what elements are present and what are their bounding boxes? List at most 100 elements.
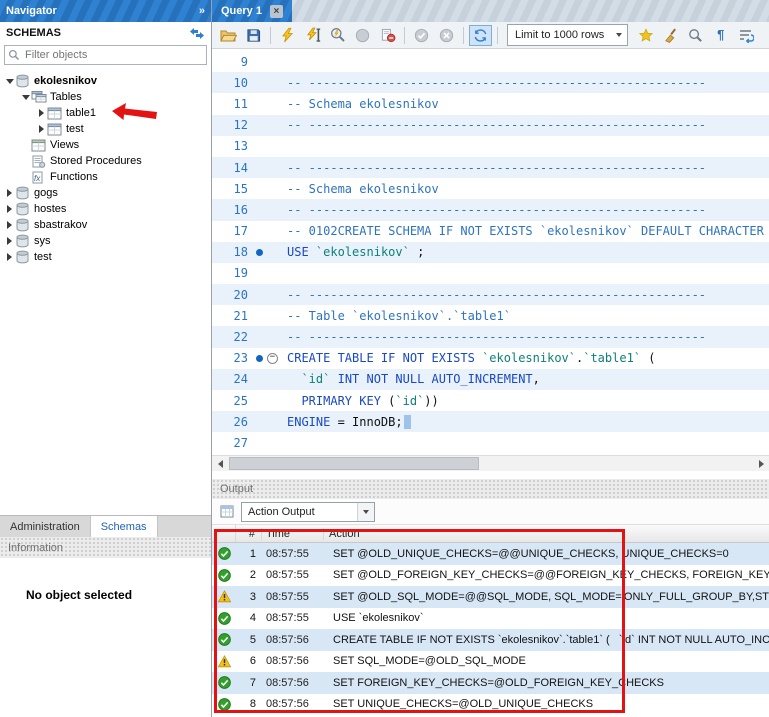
editor-line-9: 9: [212, 51, 769, 72]
toggle-autocommit-icon[interactable]: [469, 25, 492, 46]
save-script-icon[interactable]: [242, 25, 265, 46]
open-script-icon[interactable]: [217, 25, 240, 46]
line-number: 10: [212, 76, 253, 90]
sync-schemas-icon[interactable]: [189, 28, 205, 39]
line-number: 11: [212, 97, 253, 111]
output-row-4[interactable]: 408:57:55USE `ekolesnikov`: [212, 608, 769, 630]
line-number: 9: [212, 55, 253, 69]
toolbar-separator: [270, 27, 271, 44]
stop-on-error-icon[interactable]: [376, 25, 399, 46]
output-row-6[interactable]: 608:57:56SET SQL_MODE=@OLD_SQL_MODE: [212, 651, 769, 673]
output-view-selector[interactable]: Action Output: [241, 502, 375, 522]
expander-icon[interactable]: [4, 237, 15, 245]
expander-icon[interactable]: [4, 253, 15, 261]
commit-icon[interactable]: [410, 25, 433, 46]
row-index: 7: [236, 677, 262, 689]
row-action: SET @OLD_FOREIGN_KEY_CHECKS=@@FOREIGN_KE…: [328, 569, 769, 581]
tree-item-tables[interactable]: Tables: [0, 89, 211, 105]
invisible-chars-icon[interactable]: ¶: [709, 25, 732, 46]
tree-item-sys[interactable]: sys: [0, 233, 211, 249]
rollback-icon[interactable]: [435, 25, 458, 46]
row-time: 08:57:56: [262, 634, 328, 646]
schema-icon: [15, 74, 32, 88]
scrollbar-thumb[interactable]: [229, 457, 479, 470]
output-row-8[interactable]: 808:57:56SET UNIQUE_CHECKS=@OLD_UNIQUE_C…: [212, 694, 769, 716]
row-time: 08:57:55: [262, 591, 328, 603]
output-row-1[interactable]: 108:57:55SET @OLD_UNIQUE_CHECKS=@@UNIQUE…: [212, 543, 769, 565]
row-time: 08:57:55: [262, 612, 328, 624]
line-text: -- Table `ekolesnikov`.`table1`: [279, 309, 511, 323]
line-number: 23: [212, 351, 253, 365]
tab-administration[interactable]: Administration: [0, 516, 91, 537]
navigator-panel: Navigator » SCHEMAS ekolesnikov Tables tab…: [0, 0, 212, 717]
editor-line-19: 19: [212, 263, 769, 284]
output-row-5[interactable]: 508:57:56CREATE TABLE IF NOT EXISTS `eko…: [212, 629, 769, 651]
toolbar-separator: [404, 27, 405, 44]
tree-item-gogs[interactable]: gogs: [0, 185, 211, 201]
tab-schemas[interactable]: Schemas: [91, 516, 158, 537]
save-snippet-icon[interactable]: [634, 25, 657, 46]
sql-editor[interactable]: 9 10 -- ----------------------------------…: [212, 49, 769, 455]
execute-current-icon[interactable]: [301, 25, 324, 46]
explain-icon[interactable]: [326, 25, 349, 46]
editor-line-26: 26ENGINE = InnoDB;: [212, 411, 769, 432]
schemas-section-header: SCHEMAS: [0, 22, 211, 44]
warning-icon: [212, 590, 236, 603]
output-row-2[interactable]: 208:57:55SET @OLD_FOREIGN_KEY_CHECKS=@@F…: [212, 565, 769, 587]
expander-icon[interactable]: [36, 109, 47, 117]
tree-item-label: ekolesnikov: [34, 75, 97, 87]
line-number: 21: [212, 309, 253, 323]
table-icon: [47, 123, 64, 136]
wrap-text-icon[interactable]: [734, 25, 757, 46]
navigator-titlebar: Navigator »: [0, 0, 211, 22]
scroll-right-button[interactable]: [753, 456, 769, 471]
tab-query1[interactable]: Query 1 ×: [212, 0, 292, 22]
row-action: SET SQL_MODE=@OLD_SQL_MODE: [328, 655, 769, 667]
tree-item-test[interactable]: test: [0, 249, 211, 265]
tree-item-sbastrakov[interactable]: sbastrakov: [0, 217, 211, 233]
chevron-down-icon[interactable]: [357, 503, 374, 521]
line-number: 27: [212, 436, 253, 450]
execute-icon[interactable]: [276, 25, 299, 46]
tree-item-label: hostes: [34, 203, 66, 215]
svg-text:fx: fx: [34, 174, 41, 183]
expander-icon[interactable]: [4, 189, 15, 197]
line-number: 16: [212, 203, 253, 217]
stop-icon[interactable]: [351, 25, 374, 46]
row-index: 1: [236, 548, 262, 560]
expander-icon[interactable]: [20, 95, 31, 100]
line-text: USE `ekolesnikov` ;: [279, 245, 424, 259]
panel-menu-icon[interactable]: »: [199, 5, 205, 17]
procedures-icon: [31, 155, 48, 168]
column-status: [212, 525, 236, 542]
beautify-icon[interactable]: [659, 25, 682, 46]
limit-rows-dropdown[interactable]: Limit to 1000 rows: [507, 24, 628, 46]
scroll-left-button[interactable]: [212, 456, 228, 471]
tree-item-label: gogs: [34, 187, 58, 199]
tree-item-functions[interactable]: fxFunctions: [0, 169, 211, 185]
query-tab-label: Query 1: [221, 5, 262, 17]
tree-item-test[interactable]: test: [0, 121, 211, 137]
tree-item-label: test: [34, 251, 52, 263]
close-tab-icon[interactable]: ×: [270, 5, 283, 18]
tree-item-ekolesnikov[interactable]: ekolesnikov: [0, 73, 211, 89]
panel-splitter[interactable]: [212, 471, 769, 479]
tree-item-table1[interactable]: table1: [0, 105, 211, 121]
fold-collapse-icon[interactable]: −: [267, 353, 278, 364]
find-icon[interactable]: [684, 25, 707, 46]
output-row-3[interactable]: 308:57:55SET @OLD_SQL_MODE=@@SQL_MODE, S…: [212, 586, 769, 608]
expander-icon[interactable]: [4, 205, 15, 213]
editor-hscrollbar[interactable]: [212, 455, 769, 471]
expander-icon[interactable]: [4, 221, 15, 229]
expander-icon[interactable]: [36, 125, 47, 133]
tree-item-label: Tables: [50, 91, 82, 103]
schema-tree: ekolesnikovTablestable1testViewsStored P…: [0, 68, 211, 515]
tree-item-views[interactable]: Views: [0, 137, 211, 153]
tree-item-hostes[interactable]: hostes: [0, 201, 211, 217]
line-text: -- -------------------------------------…: [279, 288, 706, 302]
tree-item-stored-procedures[interactable]: Stored Procedures: [0, 153, 211, 169]
expander-icon[interactable]: [4, 79, 15, 84]
output-row-7[interactable]: 708:57:56SET FOREIGN_KEY_CHECKS=@OLD_FOR…: [212, 672, 769, 694]
filter-input[interactable]: [4, 45, 207, 65]
search-icon: [8, 49, 20, 61]
